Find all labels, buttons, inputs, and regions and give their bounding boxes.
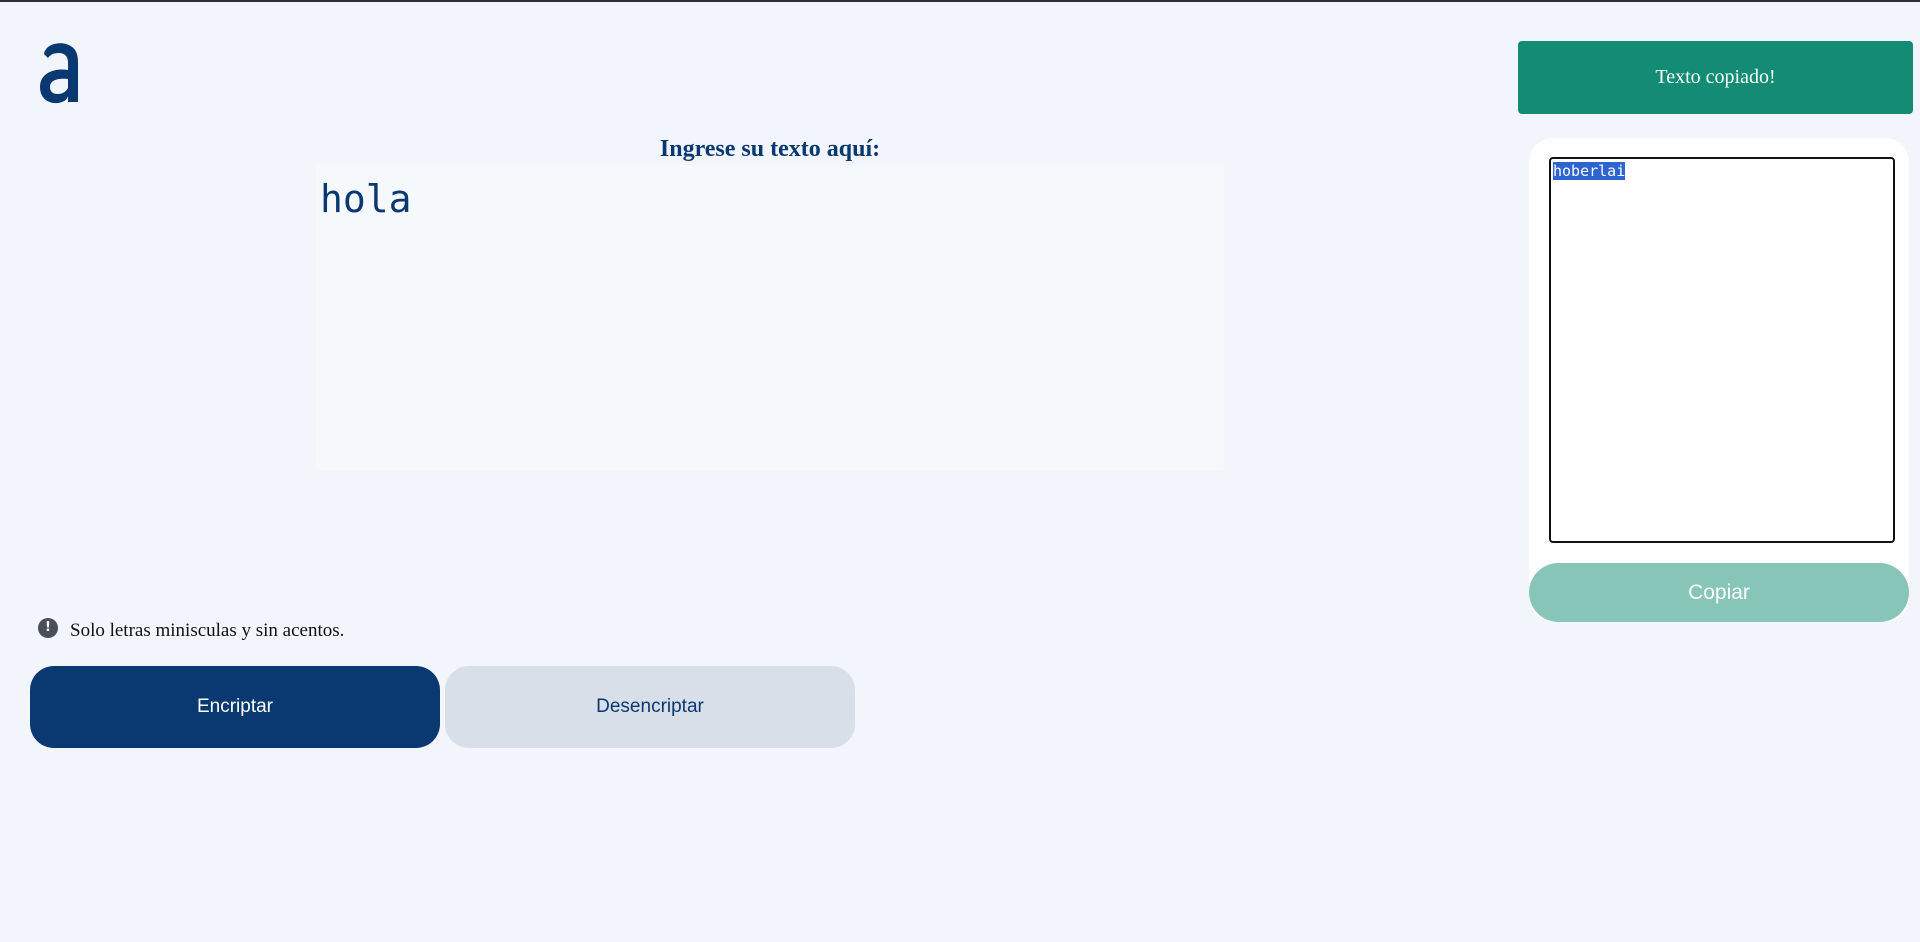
- output-textarea[interactable]: hoberlai: [1549, 157, 1895, 543]
- encrypt-button[interactable]: Encriptar: [30, 666, 440, 748]
- input-title: Ingrese su texto aquí:: [659, 136, 881, 162]
- output-text[interactable]: hoberlai: [1553, 162, 1626, 180]
- window-top-border: [0, 0, 1920, 2]
- text-input[interactable]: hola: [316, 165, 1224, 471]
- alura-logo-icon: [40, 43, 78, 104]
- copy-button[interactable]: Copiar: [1529, 563, 1909, 622]
- copied-toast: Texto copiado!: [1518, 41, 1913, 114]
- notice-text: Solo letras minisculas y sin acentos.: [70, 620, 345, 641]
- output-panel: hoberlai Copiar: [1529, 138, 1909, 622]
- input-notice: ! Solo letras minisculas y sin acentos.: [38, 618, 345, 642]
- decrypt-button[interactable]: Desencriptar: [445, 666, 855, 748]
- exclamation-circle-icon: !: [38, 618, 58, 638]
